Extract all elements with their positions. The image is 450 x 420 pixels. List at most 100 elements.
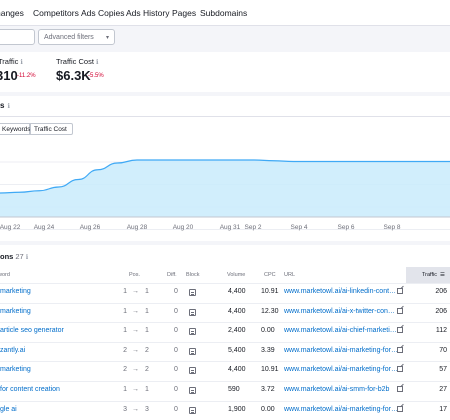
- tab-pages[interactable]: Pages: [172, 8, 196, 18]
- external-link-icon[interactable]: [397, 307, 403, 314]
- info-icon[interactable]: ℹ: [96, 59, 98, 66]
- current-position: 1: [145, 327, 149, 335]
- keyword-link[interactable]: marketing: [0, 288, 31, 295]
- table-row: zantly.ai 2 → 2 0 5,400 3.39 www.marketowl.ai/a…: [0, 341, 450, 362]
- previous-position: 1: [123, 386, 127, 393]
- serp-features-icon[interactable]: [189, 328, 196, 336]
- url-link[interactable]: www.marketowl.ai/ai-marketing-for…: [284, 366, 398, 373]
- x-tick-label: Sep 8: [384, 224, 401, 231]
- arrow-right-icon: →: [132, 288, 139, 295]
- external-link-icon[interactable]: [397, 327, 403, 334]
- current-position: 2: [145, 346, 149, 354]
- cpc-value: 10.91: [261, 366, 279, 374]
- external-link-icon[interactable]: [397, 288, 403, 294]
- table-row: marketing 1 → 1 0 4,400 10.91 www.marketowl.ai/…: [0, 283, 450, 303]
- url-link[interactable]: www.marketowl.ai/ai-marketing-for…: [284, 406, 398, 413]
- trend-chart-card: sℹ Keywords Traffic Cost Aug 22 Aug 24 Aug…: [0, 96, 450, 241]
- advanced-filters-dropdown[interactable]: Advanced filters ▾: [38, 29, 115, 45]
- serp-features-icon[interactable]: [189, 406, 196, 414]
- tab-changes[interactable]: hanges: [0, 8, 24, 18]
- metric-traffic-cost-value: $6.3K: [56, 68, 91, 83]
- keyword-link[interactable]: for content creation: [0, 386, 60, 393]
- table-header: word Pos. Diff. Block Volume CPC URL Tra…: [0, 267, 450, 283]
- position-difference: 0: [174, 288, 178, 295]
- url-link[interactable]: www.marketowl.ai/ai-marketing-for…: [284, 347, 398, 354]
- x-tick-label: Sep 2: [245, 224, 262, 231]
- external-link-icon[interactable]: [397, 346, 403, 353]
- previous-position: 2: [123, 346, 127, 354]
- traffic-value: 206: [435, 288, 447, 295]
- advanced-filters-label: Advanced filters: [44, 34, 94, 41]
- serp-features-icon[interactable]: [189, 367, 196, 375]
- sort-icon[interactable]: ☰: [440, 272, 445, 278]
- x-tick-label: Aug 20: [173, 224, 194, 231]
- keyword-link[interactable]: marketing: [0, 308, 31, 315]
- current-position: 1: [145, 307, 149, 315]
- external-link-icon[interactable]: [397, 386, 403, 392]
- position-difference: 0: [174, 405, 178, 413]
- position-difference: 0: [174, 307, 178, 315]
- arrow-right-icon: →: [132, 346, 139, 354]
- series-area: [0, 160, 450, 217]
- search-volume: 590: [228, 386, 240, 393]
- external-link-icon[interactable]: [397, 366, 403, 373]
- traffic-value: 206: [435, 307, 447, 315]
- url-link[interactable]: www.marketowl.ai/ai-chief-marketi…: [284, 327, 397, 334]
- x-tick-label: Aug 31: [220, 224, 241, 231]
- current-position: 3: [145, 405, 149, 413]
- serp-features-icon[interactable]: [189, 387, 196, 394]
- info-icon[interactable]: ℹ: [20, 59, 22, 66]
- serp-features-icon[interactable]: [189, 289, 196, 296]
- tab-subdomains[interactable]: Subdomains: [200, 8, 247, 18]
- url-link[interactable]: www.marketowl.ai/ai-x-twitter-con…: [284, 308, 395, 315]
- cpc-value: 12.30: [261, 307, 279, 315]
- info-icon[interactable]: ℹ: [26, 254, 28, 261]
- tab-ads-copies[interactable]: Ads Copies: [81, 8, 124, 18]
- cpc-value: 0.00: [261, 327, 275, 335]
- th-volume[interactable]: Volume: [227, 272, 245, 278]
- th-block[interactable]: Block: [186, 272, 199, 278]
- cpc-value: 3.39: [261, 346, 275, 354]
- th-traffic[interactable]: Traffic: [422, 272, 437, 278]
- th-diff[interactable]: Diff.: [167, 272, 177, 278]
- url-link[interactable]: www.marketowl.ai/ai-smm-for-b2b: [284, 386, 389, 393]
- arrow-right-icon: →: [132, 405, 139, 413]
- url-link[interactable]: www.marketowl.ai/ai-linkedin-cont…: [284, 288, 396, 295]
- metric-traffic-cost-delta: -5.5%: [88, 73, 104, 79]
- search-volume: 1,900: [228, 405, 246, 413]
- tab-competitors[interactable]: Competitors: [33, 8, 79, 18]
- metrics-panel: Trafficℹ 310 -11.2% Traffic Costℹ $6.3K …: [0, 52, 450, 92]
- report-tabs: hanges Competitors Ads Copies Ads Histor…: [0, 0, 450, 26]
- table-row: for content creation 1 → 1 0 590 3.72 www.marke…: [0, 381, 450, 401]
- th-pos[interactable]: Pos.: [129, 272, 140, 278]
- keyword-link[interactable]: gle ai: [0, 406, 17, 413]
- external-link-icon[interactable]: [397, 405, 403, 412]
- table-row: marketing 2 → 2 0 4,400 10.91 www.marketowl.ai/…: [0, 361, 450, 381]
- traffic-value: 57: [439, 366, 447, 374]
- th-keyword[interactable]: word: [0, 272, 10, 278]
- previous-position: 1: [123, 327, 127, 335]
- filter-dropdown[interactable]: [0, 29, 35, 45]
- th-url[interactable]: URL: [284, 272, 295, 278]
- th-cpc[interactable]: CPC: [264, 272, 276, 278]
- keyword-link[interactable]: article seo generator: [0, 327, 64, 334]
- traffic-value: 17: [439, 405, 447, 413]
- arrow-right-icon: →: [132, 386, 139, 393]
- chevron-down-icon: ▾: [105, 35, 109, 41]
- tab-ads-history[interactable]: Ads History: [126, 8, 169, 18]
- metric-traffic-cost-label: Traffic Cost ℹ: [56, 57, 99, 66]
- x-tick-label: Aug 28: [127, 224, 148, 231]
- previous-position: 1: [123, 307, 127, 315]
- table-row: article seo generator 1 → 1 0 2,400 0.00 www.ma…: [0, 322, 450, 342]
- keyword-link[interactable]: marketing: [0, 366, 31, 373]
- trend-chart: Aug 22 Aug 24 Aug 26 Aug 28 Aug 20 Aug 31 Sep …: [0, 159, 450, 231]
- table-row: gle ai 3 → 3 0 1,900 0.00 www.marketowl.ai/ai-m…: [0, 400, 450, 420]
- serp-features-icon[interactable]: [189, 347, 196, 355]
- cpc-value: 10.91: [261, 288, 279, 295]
- previous-position: 3: [123, 405, 127, 413]
- keyword-link[interactable]: zantly.ai: [0, 347, 25, 354]
- traffic-value: 112: [435, 327, 447, 335]
- search-volume: 5,400: [228, 346, 246, 354]
- serp-features-icon[interactable]: [189, 308, 196, 316]
- x-tick-label: Aug 24: [34, 224, 55, 231]
